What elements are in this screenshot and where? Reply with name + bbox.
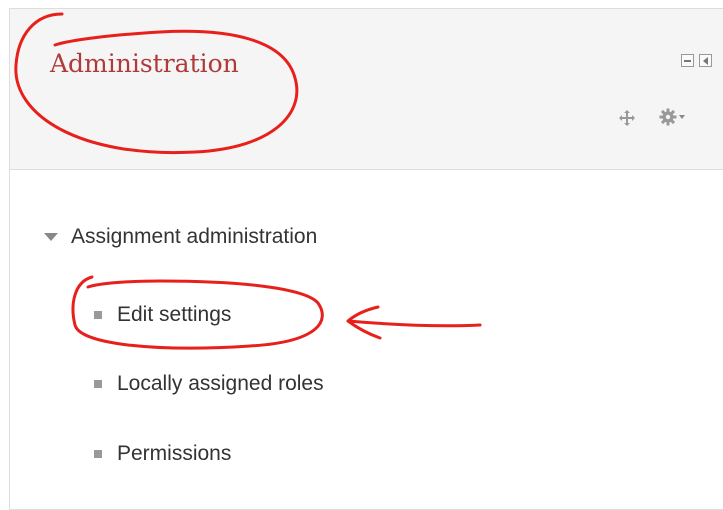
section-assignment-administration[interactable]: Assignment administration [44, 222, 317, 252]
bullet-icon [94, 450, 102, 458]
menu-item-label: Edit settings [117, 303, 232, 326]
block-header: Administration [10, 9, 723, 170]
dock-block-icon[interactable] [699, 54, 712, 67]
bullet-icon [94, 380, 102, 388]
move-icon[interactable] [619, 110, 635, 126]
administration-block: Administration [9, 8, 723, 510]
block-title: Administration [50, 49, 239, 78]
hide-block-icon[interactable] [681, 54, 694, 67]
chevron-down-icon[interactable] [679, 115, 685, 119]
menu-item-edit-settings[interactable]: Edit settings [94, 300, 231, 330]
section-label: Assignment administration [71, 225, 318, 248]
bullet-icon [94, 311, 102, 319]
menu-item-permissions[interactable]: Permissions [94, 439, 231, 469]
menu-item-label: Permissions [117, 442, 232, 465]
menu-item-locally-assigned-roles[interactable]: Locally assigned roles [94, 369, 324, 399]
gear-icon[interactable] [659, 108, 677, 126]
menu-item-label: Locally assigned roles [117, 372, 324, 395]
expanded-triangle-icon [44, 233, 58, 241]
